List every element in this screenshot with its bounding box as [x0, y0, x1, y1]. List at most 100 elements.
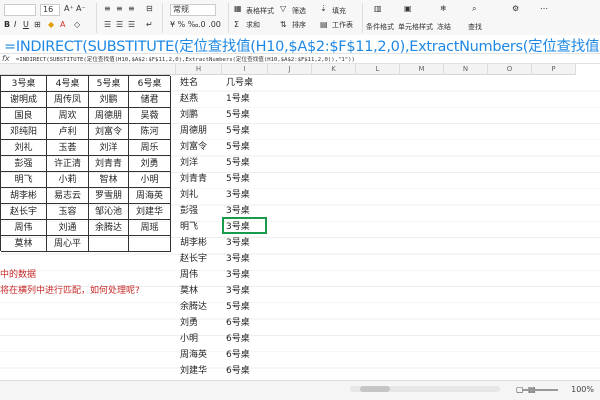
table-cell[interactable]: 刘礼: [1, 140, 47, 156]
list-cell[interactable]: 1号桌: [226, 91, 270, 107]
list-cell[interactable]: 刘勇: [180, 315, 224, 331]
table-cell[interactable]: 刘洋: [89, 140, 129, 156]
more-icon[interactable]: ⋯: [540, 4, 548, 13]
table-cell[interactable]: 智林: [89, 172, 129, 188]
list-cell[interactable]: 5号桌: [226, 171, 270, 187]
find-button[interactable]: 查找: [468, 22, 482, 32]
sort-button[interactable]: 排序: [292, 20, 306, 30]
align-top-icon[interactable]: ≡: [104, 4, 111, 13]
table-cell[interactable]: 赵长宇: [1, 204, 47, 220]
conditional-format-button[interactable]: 条件格式: [366, 22, 394, 32]
table-cell[interactable]: 明飞: [1, 172, 47, 188]
align-middle-icon[interactable]: ≡: [116, 4, 123, 13]
table-cell[interactable]: 卢利: [47, 124, 89, 140]
table-cell[interactable]: 陈河: [129, 124, 171, 140]
filter-button[interactable]: 筛选: [292, 6, 306, 16]
list-cell[interactable]: 明飞: [180, 219, 224, 235]
table-cell[interactable]: 刘青青: [89, 156, 129, 172]
table-cell[interactable]: 刘富令: [89, 124, 129, 140]
list-cell[interactable]: 周伟: [180, 267, 224, 283]
list-cell[interactable]: 5号桌: [226, 139, 270, 155]
table-cell[interactable]: 周德朋: [89, 108, 129, 124]
list-cell[interactable]: 周海英: [180, 347, 224, 363]
sum-icon[interactable]: Σ: [234, 20, 239, 29]
list-cell[interactable]: 6号桌: [226, 315, 270, 331]
table-cell[interactable]: 刘勇: [129, 156, 171, 172]
increase-font-icon[interactable]: A⁺: [64, 4, 74, 13]
column-header[interactable]: I: [222, 64, 268, 75]
table-cell[interactable]: 玉容: [47, 204, 89, 220]
table-cell[interactable]: [89, 236, 129, 252]
list-cell[interactable]: 5号桌: [226, 123, 270, 139]
table-style-button[interactable]: 表格样式: [246, 6, 274, 16]
table-cell[interactable]: 周欢: [47, 108, 89, 124]
table-cell[interactable]: [129, 236, 171, 252]
table-header-cell[interactable]: 5号桌: [89, 76, 129, 92]
column-header[interactable]: N: [444, 64, 488, 75]
list-cell[interactable]: 莫林: [180, 283, 224, 299]
table-cell[interactable]: 余腾达: [89, 220, 129, 236]
table-cell[interactable]: 小明: [129, 172, 171, 188]
list-cell[interactable]: 彭强: [180, 203, 224, 219]
table-header-cell[interactable]: 4号桌: [47, 76, 89, 92]
list-cell[interactable]: 刘富令: [180, 139, 224, 155]
column-header[interactable]: P: [532, 64, 576, 75]
merge-icon[interactable]: ⊟: [146, 4, 153, 13]
table-cell[interactable]: 周乐: [129, 140, 171, 156]
list-cell[interactable]: 5号桌: [226, 299, 270, 315]
bold-icon[interactable]: B: [4, 20, 10, 29]
list-cell[interactable]: 3号桌: [226, 235, 270, 251]
list-cell[interactable]: 赵长宇: [180, 251, 224, 267]
table-cell[interactable]: 罗雪朋: [89, 188, 129, 204]
table-cell[interactable]: 小莉: [47, 172, 89, 188]
underline-icon[interactable]: U: [23, 20, 29, 29]
table-cell[interactable]: 易志云: [47, 188, 89, 204]
list-cell[interactable]: 胡李彬: [180, 235, 224, 251]
list-cell[interactable]: 刘建华: [180, 363, 224, 379]
table-cell[interactable]: 邓纯阳: [1, 124, 47, 140]
list-cell[interactable]: 小明: [180, 331, 224, 347]
column-header[interactable]: H: [176, 64, 222, 75]
sum-button[interactable]: 求和: [246, 20, 260, 30]
table-cell[interactable]: 国良: [1, 108, 47, 124]
table-cell[interactable]: 吴薇: [129, 108, 171, 124]
table-style-icon[interactable]: ▦: [234, 4, 242, 13]
fx-icon[interactable]: fx: [2, 54, 10, 63]
table-cell[interactable]: 周海英: [129, 188, 171, 204]
list-cell[interactable]: 赵燕: [180, 91, 224, 107]
filter-icon[interactable]: ▽: [280, 4, 286, 13]
table-cell[interactable]: 周瑶: [129, 220, 171, 236]
table-cell[interactable]: 许正清: [47, 156, 89, 172]
list-cell[interactable]: 刘鹏: [180, 107, 224, 123]
list-cell[interactable]: 3号桌: [226, 251, 270, 267]
table-cell[interactable]: 储君: [129, 92, 171, 108]
cell-style-icon[interactable]: ▣: [404, 4, 412, 13]
list-cell[interactable]: 5号桌: [226, 107, 270, 123]
fill-button[interactable]: 填充: [332, 6, 346, 16]
table-cell[interactable]: 胡李彬: [1, 188, 47, 204]
sort-icon[interactable]: ⇅: [280, 20, 287, 29]
italic-icon[interactable]: I: [14, 20, 16, 29]
table-cell[interactable]: 周心平: [47, 236, 89, 252]
border-icon[interactable]: ⊞: [34, 20, 41, 29]
table-cell[interactable]: 彭强: [1, 156, 47, 172]
table-header-cell[interactable]: 6号桌: [129, 76, 171, 92]
list-cell[interactable]: 3号桌: [226, 283, 270, 299]
font-size-select[interactable]: 16: [40, 4, 60, 16]
table-cell[interactable]: 邹沁池: [89, 204, 129, 220]
list-cell[interactable]: 5号桌: [226, 155, 270, 171]
column-header[interactable]: L: [356, 64, 400, 75]
horizontal-scrollbar[interactable]: [350, 386, 500, 392]
scrollbar-thumb[interactable]: [360, 386, 390, 392]
font-color-icon[interactable]: A: [60, 20, 65, 29]
formula-bar[interactable]: fx =INDIRECT(SUBSTITUTE(定位查找值(H10,$A$2:$…: [0, 53, 600, 64]
freeze-icon[interactable]: ❄: [440, 4, 447, 13]
worksheet-button[interactable]: 工作表: [332, 20, 353, 30]
list-cell[interactable]: 6号桌: [226, 363, 270, 379]
table-cell[interactable]: 刘鹏: [89, 92, 129, 108]
table-cell[interactable]: 刘建华: [129, 204, 171, 220]
list-header-cell[interactable]: 几号桌: [226, 75, 270, 91]
column-header[interactable]: J: [268, 64, 312, 75]
clear-format-icon[interactable]: ◇: [74, 20, 80, 29]
settings-icon[interactable]: ⚙: [512, 4, 519, 13]
